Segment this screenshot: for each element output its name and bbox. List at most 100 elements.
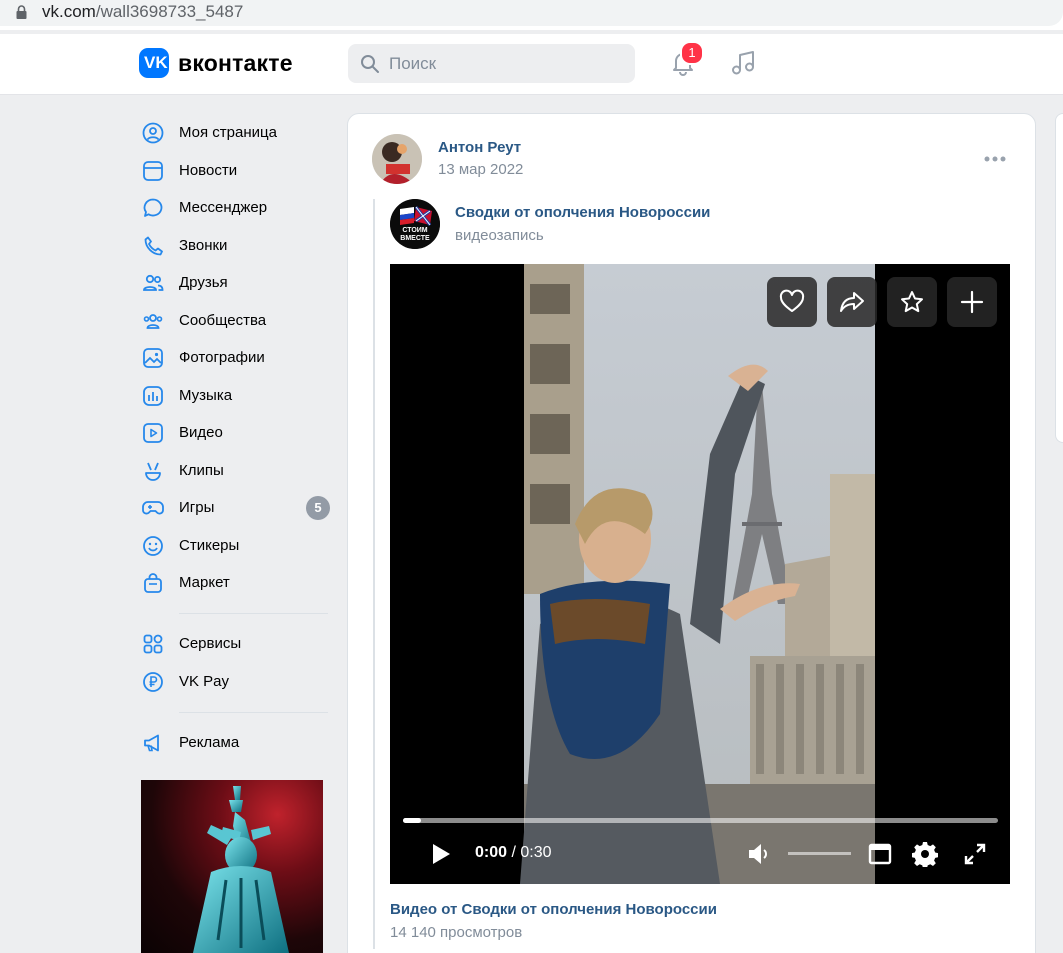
url-host: vk.com [42, 2, 96, 21]
message-icon [143, 198, 163, 217]
sidebar-divider [179, 712, 328, 713]
video-player[interactable]: 0:00 / 0:30 [390, 264, 1010, 884]
url-text[interactable]: vk.com/wall3698733_5487 [42, 2, 243, 22]
video-icon [143, 423, 163, 443]
lock-icon [16, 5, 27, 19]
vk-logo-icon[interactable]: VK [139, 48, 169, 78]
sidebar-item-clips[interactable]: Клипы [138, 452, 333, 488]
fullscreen-icon[interactable] [963, 842, 987, 866]
video-title[interactable]: Видео от Сводки от ополчения Новороссии [390, 901, 717, 918]
video-progress-fill [403, 818, 421, 823]
video-time-separator: / [511, 844, 516, 861]
repost-indicator-line [373, 199, 375, 949]
ad-banner-image[interactable] [141, 780, 323, 953]
sidebar-item-label: Маркет [179, 574, 230, 591]
sidebar-item-label: Сообщества [179, 312, 267, 329]
sidebar-item-label: Фотографии [179, 349, 265, 366]
sidebar-item-games[interactable]: Игры 5 [138, 489, 333, 525]
bookmark-video-button[interactable] [887, 277, 937, 327]
statue-of-liberty-image [193, 786, 289, 953]
user-circle-icon [142, 122, 164, 144]
sidebar-item-label: Друзья [179, 274, 228, 291]
avatar-image [372, 134, 422, 184]
video-views: 14 140 просмотров [390, 924, 523, 941]
address-field[interactable]: vk.com/wall3698733_5487 [0, 0, 1063, 26]
group-name[interactable]: Сводки от ополчения Новороссии [455, 204, 710, 221]
like-video-button[interactable] [767, 277, 817, 327]
logo-text[interactable]: вконтакте [178, 50, 293, 77]
games-count-badge: 5 [306, 496, 330, 520]
volume-icon[interactable] [746, 841, 772, 867]
plus-icon [960, 290, 984, 314]
gamepad-icon [142, 501, 164, 515]
megaphone-icon [144, 734, 159, 752]
share-video-button[interactable] [827, 277, 877, 327]
play-icon[interactable] [430, 842, 452, 866]
post-date[interactable]: 13 мар 2022 [438, 161, 523, 178]
settings-gear-icon[interactable] [912, 841, 938, 867]
right-column-edge [1055, 113, 1063, 443]
sidebar-item-ads[interactable]: Реклама [138, 724, 333, 760]
browser-address-bar: vk.com/wall3698733_5487 [0, 0, 1063, 30]
sidebar-item-label: Видео [179, 424, 223, 441]
sidebar-item-communities[interactable]: Сообщества [138, 302, 333, 338]
video-current-time: 0:00 [475, 844, 508, 861]
phone-icon [144, 236, 163, 256]
sidebar-item-label: Реклама [179, 734, 240, 751]
video-duration: 0:30 [520, 844, 552, 861]
sidebar-item-music[interactable]: Музыка [138, 377, 333, 413]
sidebar-item-label: Стикеры [179, 537, 240, 554]
video-time-display: 0:00 / 0:30 [475, 844, 552, 862]
sidebar-item-vkpay[interactable]: VK Pay [138, 663, 333, 699]
newsfeed-icon [143, 161, 163, 181]
sidebar-item-services[interactable]: Сервисы [138, 625, 333, 661]
friends-icon [143, 274, 164, 291]
more-options-icon[interactable] [983, 154, 1007, 164]
music-icon[interactable] [729, 48, 759, 78]
repost-type-label: видеозапись [455, 227, 544, 244]
market-icon [144, 573, 162, 593]
volume-slider[interactable] [788, 852, 851, 855]
video-progress-bar[interactable] [403, 818, 998, 823]
sidebar-item-market[interactable]: Маркет [138, 564, 333, 600]
search-icon [361, 55, 379, 73]
sidebar-item-label: Игры [179, 499, 215, 516]
add-video-button[interactable] [947, 277, 997, 327]
sidebar-item-news[interactable]: Новости [138, 152, 333, 188]
music-icon [143, 386, 163, 406]
sidebar-item-photos[interactable]: Фотографии [138, 339, 333, 375]
url-path: /wall3698733_5487 [95, 2, 244, 21]
sidebar-item-label: Клипы [179, 462, 224, 479]
sidebar-item-messenger[interactable]: Мессенджер [138, 189, 333, 225]
sidebar-item-label: Моя страница [179, 124, 277, 141]
search-box[interactable] [348, 44, 635, 83]
sidebar-item-video[interactable]: Видео [138, 414, 333, 450]
smile-icon [143, 536, 163, 556]
services-grid-icon [143, 634, 163, 654]
group-avatar[interactable]: СТОИМ ВМЕСТЕ [390, 199, 440, 249]
search-input[interactable] [389, 51, 619, 76]
notification-badge: 1 [680, 41, 704, 65]
sidebar-item-label: Звонки [179, 237, 228, 254]
author-avatar[interactable] [372, 134, 422, 184]
vkpay-icon [143, 672, 163, 692]
share-arrow-icon [840, 292, 864, 312]
star-icon [901, 291, 923, 313]
sidebar-item-label: Сервисы [179, 635, 242, 652]
video-frame-image [520, 264, 875, 884]
sidebar-item-my-page[interactable]: Моя страница [138, 114, 333, 150]
post-author-name[interactable]: Антон Реут [438, 139, 521, 156]
mini-player-icon[interactable] [868, 842, 892, 866]
sidebar-item-label: Музыка [179, 387, 233, 404]
group-avatar-text: СТОИМ ВМЕСТЕ [400, 227, 430, 242]
heart-icon [779, 289, 805, 312]
sidebar-item-friends[interactable]: Друзья [138, 264, 333, 300]
sidebar-divider [179, 613, 328, 614]
sidebar-item-stickers[interactable]: Стикеры [138, 527, 333, 563]
top-header: VK вконтакте 1 [0, 34, 1063, 95]
sidebar-item-calls[interactable]: Звонки [138, 227, 333, 263]
communities-icon [143, 314, 163, 329]
sidebar-item-label: Мессенджер [179, 199, 268, 216]
photo-icon [143, 348, 163, 368]
sidebar-item-label: Новости [179, 162, 238, 179]
